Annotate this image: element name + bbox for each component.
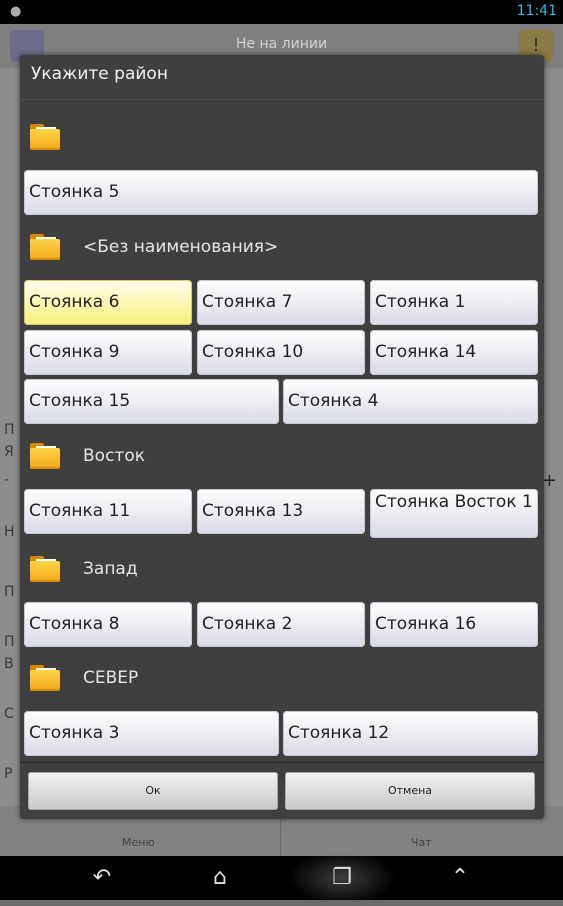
district-button[interactable]: Стоянка 4 xyxy=(283,379,538,424)
navigation-bar: ↶ ⌂ ❐ ⌃ xyxy=(0,850,563,906)
side-letter: С xyxy=(4,706,14,722)
side-letter: Я xyxy=(4,444,14,460)
side-letter: - xyxy=(4,472,10,488)
status-bar: ● 11:41 xyxy=(0,0,563,24)
side-letter: Н xyxy=(4,524,15,540)
up-chevron-icon[interactable]: ⌃ xyxy=(430,856,490,900)
footer-divider xyxy=(20,762,544,763)
group-header[interactable] xyxy=(20,112,544,166)
district-button[interactable]: Стоянка 3 xyxy=(24,711,279,756)
district-button[interactable]: Стоянка Восток 1 xyxy=(370,489,538,538)
group-header[interactable]: <Без наименования> xyxy=(20,222,544,276)
group-name: Запад xyxy=(83,559,138,579)
side-letter: П xyxy=(4,422,15,438)
group-name: <Без наименования> xyxy=(83,237,279,257)
home-icon[interactable]: ⌂ xyxy=(190,856,250,900)
district-button[interactable]: Стоянка 8 xyxy=(24,602,192,647)
group-header[interactable]: СЕВЕР xyxy=(20,653,544,707)
group-name: Восток xyxy=(83,446,145,466)
district-button[interactable]: Стоянка 5 xyxy=(24,170,538,215)
group-header[interactable]: Восток xyxy=(20,431,544,485)
district-button[interactable]: Стоянка 7 xyxy=(197,280,365,325)
district-dialog: Укажите район Стоянка 5 <Без наименовани… xyxy=(20,55,544,819)
district-button[interactable]: Стоянка 2 xyxy=(197,602,365,647)
plus-icon: + xyxy=(541,470,557,491)
district-button[interactable]: Стоянка 1 xyxy=(370,280,538,325)
dialog-title: Укажите район xyxy=(31,64,168,84)
folder-icon xyxy=(30,234,60,260)
side-letter: Р xyxy=(4,766,13,782)
group-header[interactable]: Запад xyxy=(20,544,544,598)
title-divider xyxy=(20,99,544,100)
folder-icon xyxy=(30,556,60,582)
side-letter: В xyxy=(4,656,14,672)
status-clock: 11:41 xyxy=(516,3,557,19)
district-button[interactable]: Стоянка 12 xyxy=(283,711,538,756)
district-button[interactable]: Стоянка 11 xyxy=(24,489,192,534)
district-button[interactable]: Стоянка 10 xyxy=(197,330,365,375)
district-button[interactable]: Стоянка 14 xyxy=(370,330,538,375)
recent-apps-icon[interactable]: ❐ xyxy=(312,856,372,900)
menu-tab[interactable]: Меню xyxy=(122,836,155,849)
district-button[interactable]: Стоянка 13 xyxy=(197,489,365,534)
chat-tab[interactable]: Чат xyxy=(411,836,432,849)
ok-button[interactable]: Ок xyxy=(28,772,278,810)
cancel-button[interactable]: Отмена xyxy=(285,772,535,810)
folder-icon xyxy=(30,124,60,150)
back-icon[interactable]: ↶ xyxy=(72,856,132,900)
district-button[interactable]: Стоянка 16 xyxy=(370,602,538,647)
district-button[interactable]: Стоянка 9 xyxy=(24,330,192,375)
folder-icon xyxy=(30,665,60,691)
app-right-strip xyxy=(543,68,563,808)
folder-icon xyxy=(30,443,60,469)
app-status-title: Не на линии xyxy=(235,36,328,52)
district-button[interactable]: Стоянка 15 xyxy=(24,379,279,424)
side-letter: П xyxy=(4,634,15,650)
side-letter: П xyxy=(4,584,15,600)
android-icon: ● xyxy=(10,4,22,19)
group-name: СЕВЕР xyxy=(83,668,139,688)
district-button-selected[interactable]: Стоянка 6 xyxy=(24,280,192,325)
